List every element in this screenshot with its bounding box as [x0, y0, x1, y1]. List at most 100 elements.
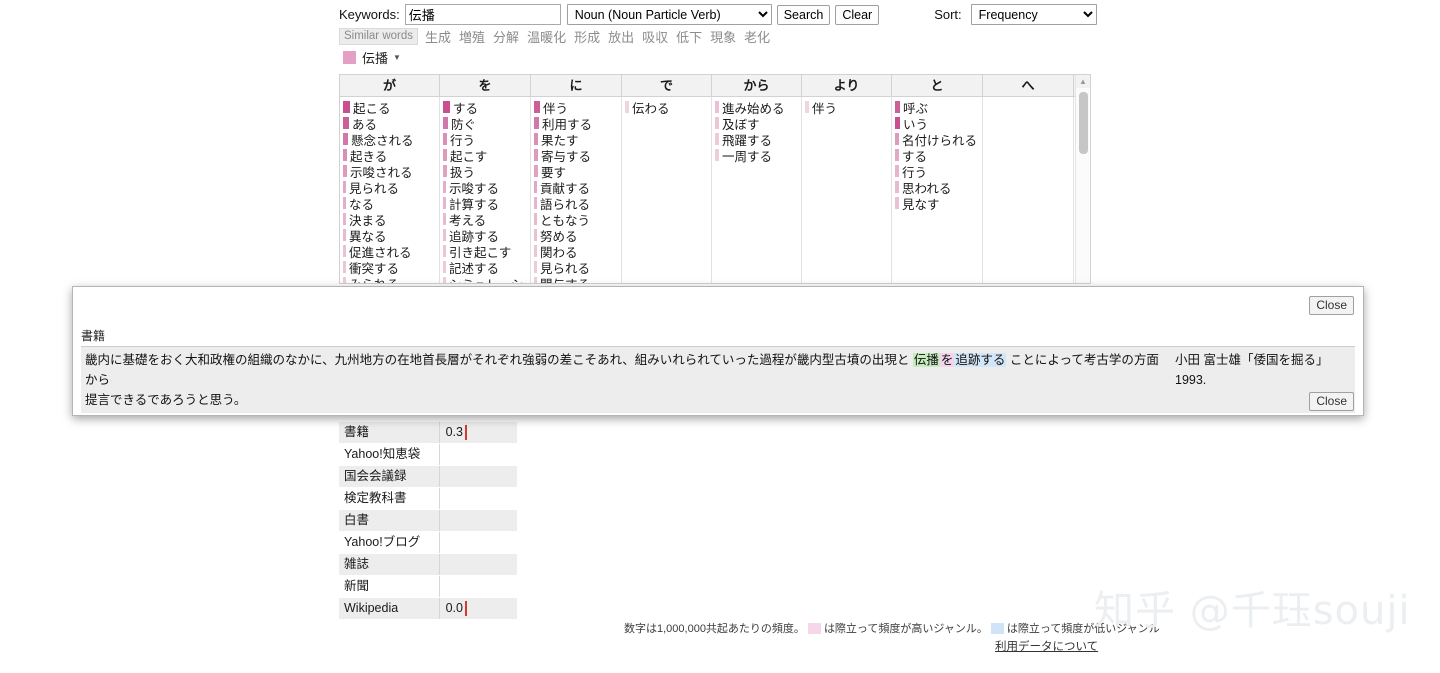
- data-usage-link[interactable]: 利用データについて: [995, 638, 1098, 654]
- frequency-bar: [715, 133, 719, 145]
- sentence-particle-highlight: を: [939, 353, 955, 367]
- frequency-bar: [343, 245, 346, 257]
- genre-row[interactable]: Yahoo!知恵袋: [339, 444, 517, 466]
- collocation-column-header-と[interactable]: と: [892, 75, 983, 96]
- collocation-item[interactable]: シミュレーシ: [440, 275, 530, 283]
- frequency-bar: [895, 133, 899, 145]
- collocation-item[interactable]: 関与する: [531, 274, 621, 284]
- similar-word-9[interactable]: 老化: [744, 30, 770, 45]
- genre-bar: [465, 510, 517, 531]
- genre-name: 雑誌: [339, 554, 439, 575]
- genre-name: 検定教科書: [344, 491, 407, 505]
- similar-word-1[interactable]: 増殖: [459, 30, 485, 45]
- similar-word-6[interactable]: 吸収: [642, 30, 668, 45]
- collocation-word: 関与する: [540, 274, 590, 284]
- genre-bar: [465, 466, 517, 487]
- frequency-bar: [343, 277, 346, 283]
- legend-low-swatch: [990, 622, 1004, 634]
- frequency-bar: [343, 197, 346, 209]
- frequency-bar: [534, 117, 539, 129]
- frequency-bar: [895, 181, 899, 193]
- sort-group: Sort: Frequency: [934, 4, 1097, 25]
- similar-word-5[interactable]: 放出: [608, 30, 634, 45]
- genre-row[interactable]: 雑誌: [339, 554, 517, 576]
- genre-value: [439, 488, 465, 509]
- sentence-before: 畿内に基礎をおく大和政権の組織のなかに、九州地方の在地首長層がそれぞれ強弱の差こ…: [85, 353, 913, 367]
- genre-value: 0.0: [439, 598, 465, 619]
- frequency-bar: [895, 165, 899, 177]
- genre-tick-marker: [465, 601, 467, 616]
- genre-value: [439, 554, 465, 575]
- similar-word-8[interactable]: 現象: [710, 30, 736, 45]
- chevron-down-icon[interactable]: ▼: [393, 53, 401, 62]
- similar-word-4[interactable]: 形成: [574, 30, 600, 45]
- search-button[interactable]: Search: [776, 4, 831, 25]
- genre-value: [439, 510, 465, 531]
- genre-row[interactable]: 白書: [339, 510, 517, 532]
- keyword-input[interactable]: [404, 4, 561, 25]
- pos-pattern-select[interactable]: Noun (Noun Particle Verb): [566, 4, 772, 25]
- sort-select[interactable]: Frequency: [970, 4, 1097, 25]
- frequency-bar: [443, 117, 448, 129]
- search-toolbar: Keywords: Noun (Noun Particle Verb) Sear…: [339, 4, 1097, 25]
- genre-row[interactable]: 新聞: [339, 576, 517, 598]
- frequency-bar: [895, 149, 899, 161]
- genre-name: 新聞: [344, 579, 370, 593]
- collocation-column-を: する防ぐ行う起こす扱う示唆する計算する考える追跡する引き起こす記述するシミュレー…: [440, 97, 531, 283]
- genre-name: Yahoo!ブログ: [344, 535, 421, 549]
- legend-high-swatch: [807, 622, 821, 634]
- collocation-item[interactable]: みられる: [340, 274, 439, 284]
- genre-row[interactable]: 国会会議録: [339, 466, 517, 488]
- frequency-bar: [343, 261, 346, 273]
- collocation-word: みられる: [349, 274, 399, 284]
- frequency-bar: [715, 117, 719, 129]
- footer-legend: 数字は1,000,000共起あたりの頻度。 は際立って頻度が高いジャンル。 は際…: [624, 620, 1160, 636]
- collocation-column-に: 伴う利用する果たす寄与する要す貢献する語られるともなう努める関わる見られる関与す…: [531, 97, 622, 284]
- modal-close-button-top[interactable]: Close: [1309, 296, 1354, 315]
- collocation-item[interactable]: 伝わる: [622, 99, 711, 116]
- frequency-bar: [443, 181, 446, 193]
- genre-row[interactable]: Yahoo!ブログ: [339, 532, 517, 554]
- keyword-chip[interactable]: 伝播 ▼: [343, 48, 401, 67]
- genre-row[interactable]: Wikipedia 0.0: [339, 598, 517, 620]
- frequency-bar: [895, 197, 899, 209]
- frequency-bar: [343, 101, 350, 113]
- genre-row[interactable]: 書籍 0.3: [339, 422, 517, 444]
- genre-row[interactable]: 検定教科書: [339, 488, 517, 510]
- frequency-bar: [534, 149, 538, 161]
- collocation-item[interactable]: 一周する: [712, 147, 801, 164]
- genre-bar: [465, 444, 517, 465]
- source-line-1: 小田 富士雄「倭国を掘る」: [1175, 353, 1329, 367]
- collocation-column-header-から[interactable]: から: [712, 75, 802, 96]
- frequency-bar: [443, 229, 446, 241]
- genre-value: [439, 444, 465, 465]
- sentence-verb-highlight: 追跡する: [954, 353, 1007, 367]
- similar-word-7[interactable]: 低下: [676, 30, 702, 45]
- frequency-bar: [805, 101, 809, 113]
- collocation-column-header-で[interactable]: で: [622, 75, 712, 96]
- collocation-scrollbar[interactable]: ▲: [1075, 75, 1090, 283]
- collocation-column-header-を[interactable]: を: [440, 75, 531, 96]
- collocation-item[interactable]: 見なす: [892, 195, 982, 212]
- similar-word-0[interactable]: 生成: [425, 30, 451, 45]
- genre-frequency-table: 書籍 0.3 Yahoo!知恵袋 国会会議録検定教科書白書 Yahoo!ブログ雑誌新聞 W…: [339, 422, 517, 620]
- genre-value: [439, 532, 465, 553]
- collocation-item[interactable]: 伴う: [802, 99, 891, 116]
- clear-button[interactable]: Clear: [835, 4, 880, 25]
- collocation-column-header-が[interactable]: が: [340, 75, 440, 96]
- collocation-column-header-より[interactable]: より: [802, 75, 892, 96]
- similar-word-3[interactable]: 温暖化: [527, 30, 566, 45]
- similar-word-2[interactable]: 分解: [493, 30, 519, 45]
- modal-close-button-bottom[interactable]: Close: [1309, 392, 1354, 411]
- frequency-bar: [895, 101, 900, 113]
- collocation-column-header-へ[interactable]: へ: [983, 75, 1074, 96]
- collocation-column-header-に[interactable]: に: [531, 75, 622, 96]
- sort-label: Sort:: [934, 7, 962, 22]
- scrollbar-thumb[interactable]: [1079, 92, 1088, 154]
- genre-name: 白書: [339, 510, 439, 531]
- genre-bar: [465, 488, 517, 509]
- scroll-up-icon[interactable]: ▲: [1076, 75, 1090, 88]
- keywords-label: Keywords:: [339, 7, 400, 22]
- genre-value: 0.3: [439, 422, 465, 443]
- frequency-bar: [534, 261, 537, 273]
